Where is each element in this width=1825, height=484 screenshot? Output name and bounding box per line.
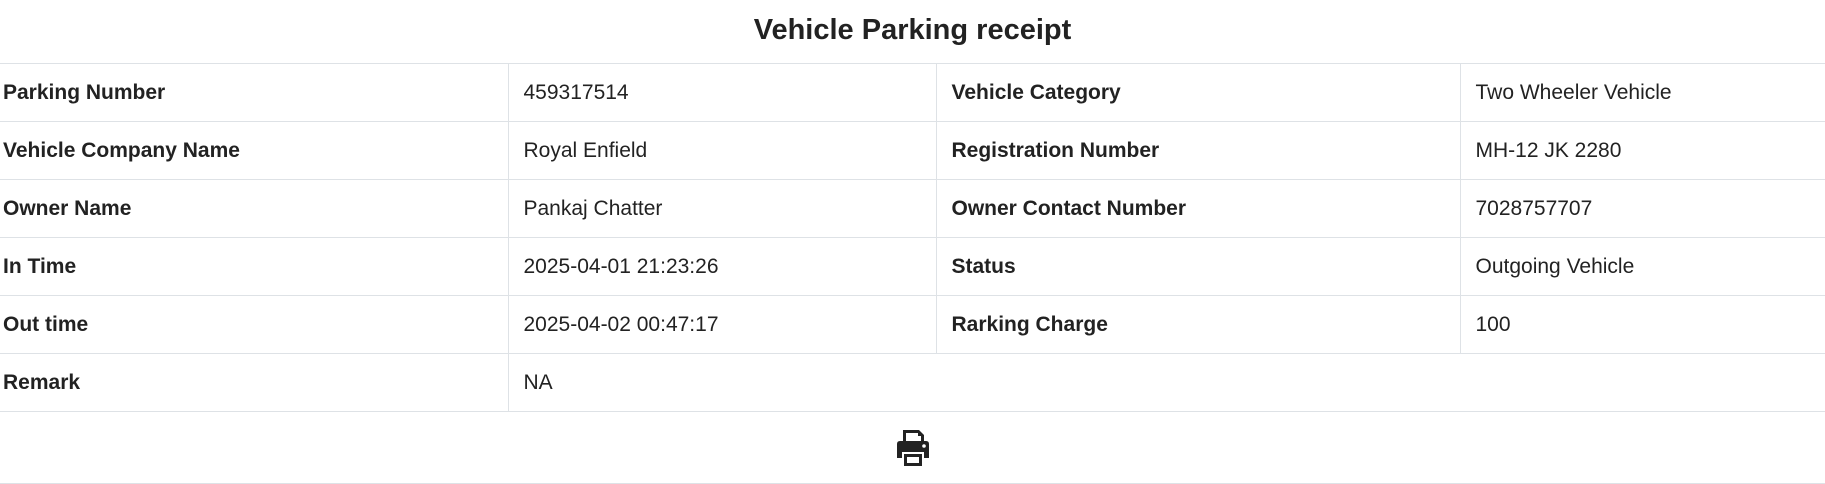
owner-name-value: Pankaj Chatter xyxy=(507,179,936,238)
table-row: Remark NA xyxy=(0,353,1825,412)
print-icon[interactable] xyxy=(893,428,933,468)
registration-number-label: Registration Number xyxy=(935,121,1460,180)
vehicle-company-value: Royal Enfield xyxy=(507,121,936,180)
remark-value: NA xyxy=(507,353,1825,412)
table-row: Out time 2025-04-02 00:47:17 Rarking Cha… xyxy=(0,295,1825,354)
table-row: In Time 2025-04-01 21:23:26 Status Outgo… xyxy=(0,237,1825,296)
print-row xyxy=(0,411,1825,484)
table-row: Vehicle Company Name Royal Enfield Regis… xyxy=(0,121,1825,180)
out-time-value: 2025-04-02 00:47:17 xyxy=(507,295,936,354)
parking-charge-label: Rarking Charge xyxy=(935,295,1460,354)
vehicle-company-label: Vehicle Company Name xyxy=(0,121,508,180)
vehicle-category-label: Vehicle Category xyxy=(935,63,1460,122)
page-title: Vehicle Parking receipt xyxy=(753,14,1072,46)
table-row: Owner Name Pankaj Chatter Owner Contact … xyxy=(0,179,1825,238)
vehicle-category-value: Two Wheeler Vehicle xyxy=(1459,63,1825,122)
in-time-label: In Time xyxy=(0,237,508,296)
parking-number-value: 459317514 xyxy=(507,63,936,122)
out-time-label: Out time xyxy=(0,295,508,354)
parking-number-label: Parking Number xyxy=(0,63,508,122)
owner-name-label: Owner Name xyxy=(0,179,508,238)
owner-contact-label: Owner Contact Number xyxy=(935,179,1460,238)
status-label: Status xyxy=(935,237,1460,296)
in-time-value: 2025-04-01 21:23:26 xyxy=(507,237,936,296)
receipt-table: Parking Number 459317514 Vehicle Categor… xyxy=(0,63,1825,484)
status-value: Outgoing Vehicle xyxy=(1459,237,1825,296)
parking-charge-value: 100 xyxy=(1459,295,1825,354)
print-cell xyxy=(0,411,1825,484)
registration-number-value: MH-12 JK 2280 xyxy=(1459,121,1825,180)
remark-label: Remark xyxy=(0,353,508,412)
table-row: Parking Number 459317514 Vehicle Categor… xyxy=(0,63,1825,122)
owner-contact-value: 7028757707 xyxy=(1459,179,1825,238)
